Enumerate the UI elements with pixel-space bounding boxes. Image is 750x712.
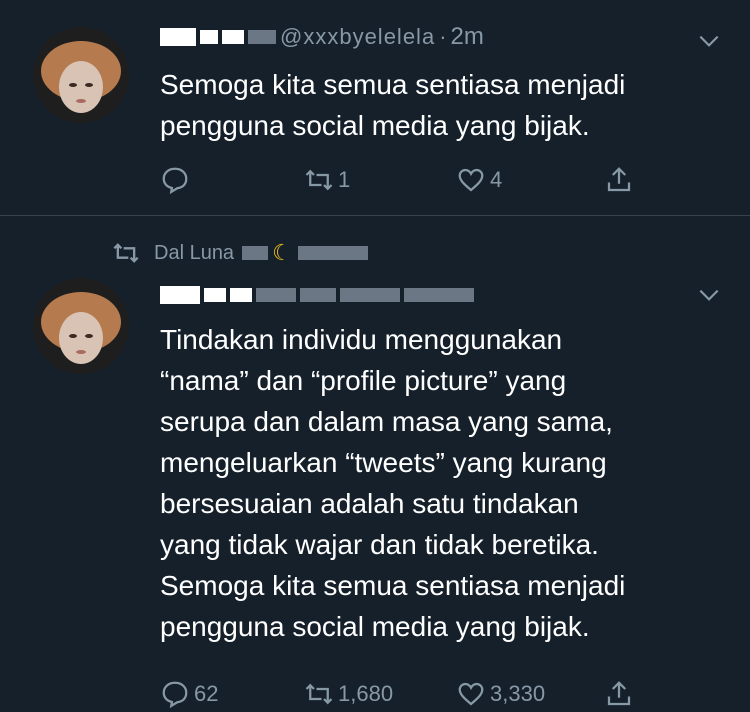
avatar-image <box>33 278 129 374</box>
tweet[interactable]: @xxxbyelelela · 2m Semoga kita semua sen… <box>0 0 750 216</box>
reply-icon <box>162 681 188 709</box>
redacted-name <box>204 288 226 302</box>
share-button[interactable] <box>604 162 634 198</box>
redacted-name <box>340 288 400 302</box>
redacted-name <box>160 28 196 46</box>
avatar-image <box>33 27 129 123</box>
share-icon <box>607 167 631 192</box>
like-button[interactable]: 3,330 <box>456 676 545 712</box>
redacted-name <box>297 246 368 260</box>
timestamp[interactable]: 2m <box>451 23 484 51</box>
like-count: 3,330 <box>490 681 546 706</box>
tweet-actions: 1 4 <box>160 162 640 198</box>
redacted-name <box>242 246 269 260</box>
redacted-name <box>222 30 244 44</box>
handle[interactable]: @xxxbyelelela <box>280 24 435 50</box>
tweet-header <box>160 280 478 310</box>
share-icon <box>607 681 631 706</box>
separator: · <box>439 24 447 49</box>
redacted-name <box>248 30 276 44</box>
retweet-button[interactable]: 1 <box>304 162 350 198</box>
redacted-name <box>300 288 336 302</box>
share-button[interactable] <box>604 676 634 712</box>
retweet-count: 1 <box>338 167 351 192</box>
retweeter-name[interactable]: Dal Luna <box>154 242 234 265</box>
redacted-name <box>404 288 474 302</box>
like-count: 4 <box>490 167 503 192</box>
tweet-text: Tindakan individu menggunakan “nama” dan… <box>160 324 626 642</box>
chevron-down-icon[interactable] <box>696 28 722 54</box>
reply-icon <box>162 167 188 195</box>
chevron-down-icon[interactable] <box>696 282 722 308</box>
like-icon <box>458 682 484 706</box>
retweet-icon <box>305 169 333 191</box>
tweet-actions: 62 1,680 3,330 <box>160 676 640 712</box>
reply-button[interactable]: 62 <box>160 676 218 712</box>
like-icon <box>458 168 484 192</box>
redacted-name <box>200 30 218 44</box>
tweet-text: Semoga kita semua sentiasa menjadi pengg… <box>160 69 626 141</box>
moon-icon: ☾ <box>272 240 292 265</box>
redacted-name <box>256 288 296 302</box>
retweet-context: Dal Luna ☾ <box>112 238 372 268</box>
retweet-button[interactable]: 1,680 <box>304 676 393 712</box>
like-button[interactable]: 4 <box>456 162 502 198</box>
reply-button[interactable] <box>160 162 194 198</box>
retweet-icon <box>305 683 333 705</box>
redacted-name <box>160 286 200 304</box>
tweet-header: @xxxbyelelela · 2m <box>160 22 484 52</box>
avatar[interactable] <box>33 27 129 123</box>
tweet[interactable]: Dal Luna ☾ Tindakan individu menggunakan… <box>0 216 750 712</box>
retweet-count: 1,680 <box>338 681 394 706</box>
avatar[interactable] <box>33 278 129 374</box>
retweet-icon <box>113 243 139 263</box>
redacted-name <box>230 288 252 302</box>
reply-count: 62 <box>194 681 219 706</box>
